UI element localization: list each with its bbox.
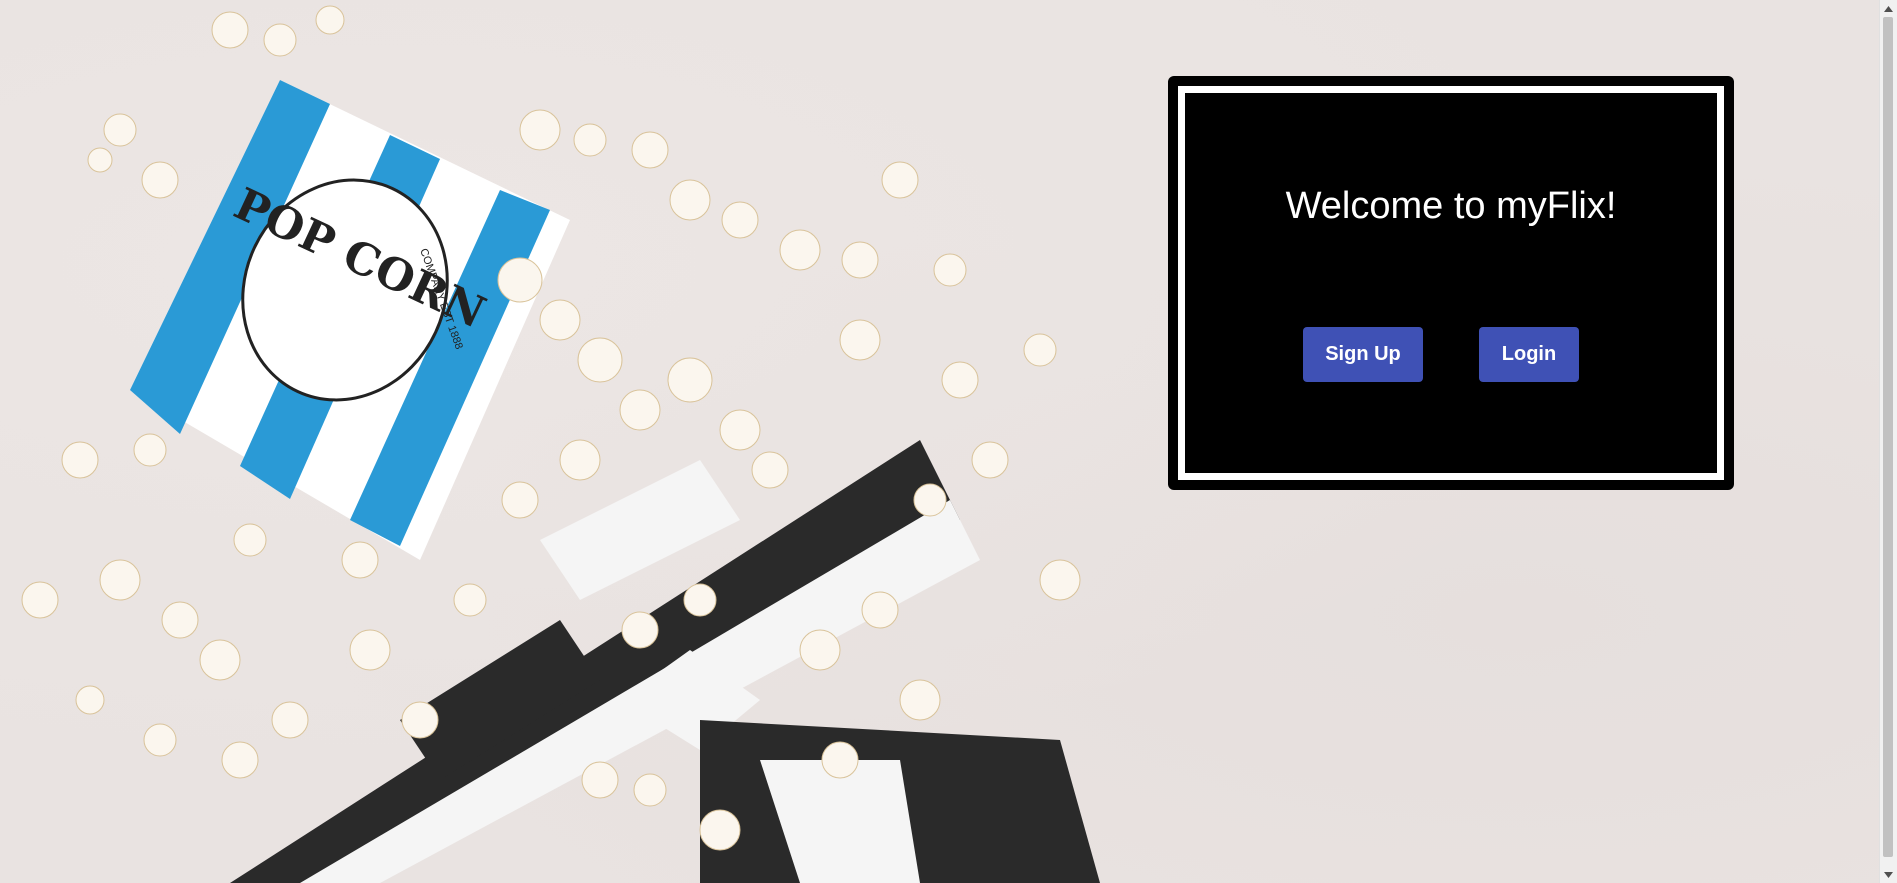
popcorn-background-image: POP CORN COMPANY EST 1888 (21, 5, 1100, 883)
signup-button[interactable]: Sign Up (1303, 327, 1423, 382)
scroll-down-arrow-icon[interactable] (1880, 866, 1897, 883)
scrollbar-thumb[interactable] (1883, 17, 1893, 857)
page: POP CORN COMPANY EST 1888 Welcome to myF… (0, 0, 1897, 883)
vertical-scrollbar[interactable] (1879, 0, 1897, 883)
popcorn-box-graphic: POP CORN COMPANY EST 1888 (130, 80, 570, 560)
welcome-title: Welcome to myFlix! (1285, 185, 1617, 227)
login-button[interactable]: Login (1479, 327, 1579, 382)
scroll-up-arrow-icon[interactable] (1880, 0, 1897, 17)
welcome-card: Welcome to myFlix! Sign Up Login (1168, 76, 1734, 490)
welcome-card-border: Welcome to myFlix! Sign Up Login (1178, 86, 1724, 480)
